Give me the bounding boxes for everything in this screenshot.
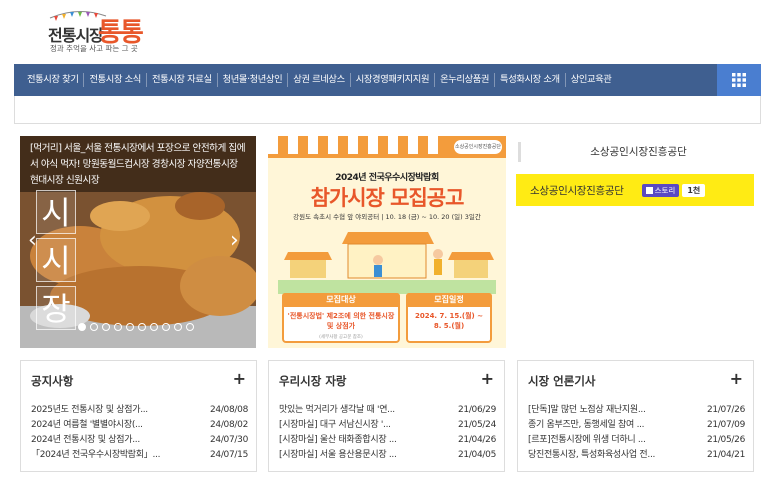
story-label: 스토리 — [654, 185, 676, 195]
slider-dot[interactable] — [162, 323, 170, 331]
slider-pagination — [78, 323, 194, 331]
recruit-target-text: '전통시장법' 제2조에 의한 전통시장 및 상점가 — [287, 312, 395, 330]
promo-text: 소상공인시장진흥공단 — [530, 184, 624, 197]
slider-dot[interactable] — [126, 323, 134, 331]
market-pride-board: 우리시장 자랑 + 맛있는 먹거리가 생각날 때 '연... 21/06/29 [… — [268, 360, 505, 472]
list-item[interactable]: 「2024년 전국우수시장박람회」... 24/07/15 — [31, 448, 248, 463]
recruit-target-title: 모집대상 — [282, 293, 400, 307]
slider-dot[interactable] — [174, 323, 182, 331]
recruit-schedule-title: 모집일정 — [406, 293, 492, 307]
list-item[interactable]: 종기 옴부즈만, 동행세일 참여 ... 21/07/09 — [528, 418, 745, 433]
vertical-char: 시 — [36, 238, 76, 282]
slider-dot[interactable] — [114, 323, 122, 331]
board-title: 공지사항 — [31, 374, 74, 388]
recruit-target-box: 모집대상 '전통시장법' 제2조에 의한 전통시장 및 상점가 (세부사항 공고… — [282, 293, 400, 343]
nav-item-onnuri-voucher[interactable]: 온누리상품권 — [435, 73, 496, 87]
board-list: [단독]말 많던 노점상 재난지원... 21/07/26 종기 옴부즈만, 동행… — [528, 403, 745, 463]
board-list: 2025년도 전통시장 및 상점가... 24/08/08 2024년 여름철 '… — [31, 403, 248, 463]
slider-dot[interactable] — [102, 323, 110, 331]
poster-title: 참가시장 모집공고 — [310, 186, 465, 210]
nav-item-renaissance[interactable]: 상권 르네상스 — [288, 73, 351, 87]
poster-date-line: 강원도 속초시 수협 앞 야외공터 | 10. 18 (금) ~ 10. 20 … — [293, 213, 481, 221]
list-item[interactable]: [르포]전통시장에 위생 더하니 ... 21/05/26 — [528, 433, 745, 448]
plus-icon[interactable]: + — [233, 369, 246, 388]
list-item[interactable]: [시장마실] 서울 용산용문시장 ... 21/04/05 — [279, 448, 496, 463]
slider-dot[interactable] — [90, 323, 98, 331]
market-stalls-illustration — [278, 232, 496, 294]
nav-item-find-market[interactable]: 전통시장 찾기 — [22, 73, 85, 87]
site-logo[interactable]: 전통시장 통통 정과 추억을 사고 파는 그 곳 — [44, 8, 164, 54]
press-board: 시장 언론기사 + [단독]말 많던 노점상 재난지원... 21/07/26 종… — [517, 360, 754, 472]
recruit-schedule-box: 모집일정 2024. 7. 15.(월) ~ 8. 5.(월) — [406, 293, 492, 343]
banner-caption: [먹거리] 서울_서울 전통시장에서 포장으로 안전하게 집에서 야식 먹자! … — [20, 136, 256, 192]
list-item[interactable]: 2024년 여름철 '별별야시장(... 24/08/02 — [31, 418, 248, 433]
nav-submenu-area — [14, 96, 761, 124]
poster-org-badge: 소상공인시장진흥공단 — [454, 140, 502, 154]
plus-icon[interactable]: + — [481, 369, 494, 388]
agency-story-banner[interactable]: 소상공인시장진흥공단 스토리 1천 — [516, 174, 754, 206]
list-item[interactable]: 맛있는 먹거리가 생각날 때 '연... 21/06/29 — [279, 403, 496, 418]
list-item[interactable]: [단독]말 많던 노점상 재난지원... 21/07/26 — [528, 403, 745, 418]
list-item[interactable]: 2025년도 전통시장 및 상점가... 24/08/08 — [31, 403, 248, 418]
all-menu-button[interactable] — [717, 64, 761, 96]
board-list: 맛있는 먹거리가 생각날 때 '연... 21/06/29 [시장마실] 대구 서… — [279, 403, 496, 463]
food-banner-slider[interactable]: [먹거리] 서울_서울 전통시장에서 포장으로 안전하게 집에서 야식 먹자! … — [20, 136, 256, 348]
agency-title: 소상공인시장진흥공단 — [518, 142, 756, 162]
nav-item-management-package[interactable]: 시장경영패키지지원 — [351, 73, 436, 87]
board-title: 시장 언론기사 — [528, 374, 596, 388]
fair-recruitment-poster[interactable]: 소상공인시장진흥공단 2024년 전국우수시장박람회 참가시장 모집공고 강원도… — [268, 136, 506, 348]
plus-icon[interactable]: + — [730, 369, 743, 388]
slider-dot[interactable] — [186, 323, 194, 331]
notice-board: 공지사항 + 2025년도 전통시장 및 상점가... 24/08/08 2024… — [20, 360, 257, 472]
chevron-left-icon[interactable]: ‹ — [28, 228, 37, 253]
list-item[interactable]: [시장마실] 대구 서남신시장 '... 21/05/24 — [279, 418, 496, 433]
story-count: 1천 — [682, 183, 706, 197]
nav-item-market-news[interactable]: 전통시장 소식 — [84, 73, 147, 87]
chevron-right-icon[interactable]: › — [230, 228, 239, 253]
nav-item-youth-mall[interactable]: 청년몰·청년상인 — [218, 73, 289, 87]
vertical-char: 장 — [36, 286, 76, 330]
recruit-target-note: (세부사항 공고문 참조) — [319, 335, 363, 340]
list-item[interactable]: 2024년 전통시장 및 상점가... 24/07/30 — [31, 433, 248, 448]
nav-item-resources[interactable]: 전통시장 자료실 — [147, 73, 218, 87]
list-item[interactable]: 당진전통시장, 특성화육성사업 전... 21/04/21 — [528, 448, 745, 463]
story-badge[interactable]: 스토리 — [641, 183, 680, 197]
board-title: 우리시장 자랑 — [279, 374, 347, 388]
recruit-schedule-text: 2024. 7. 15.(월) ~ 8. 5.(월) — [414, 312, 484, 330]
nav-item-merchant-education[interactable]: 상인교육관 — [566, 73, 617, 87]
main-nav: 전통시장 찾기 전통시장 소식 전통시장 자료실 청년몰·청년상인 상권 르네상… — [14, 64, 761, 96]
vertical-char: 시 — [36, 190, 76, 234]
slider-dot[interactable] — [150, 323, 158, 331]
story-icon — [645, 186, 653, 194]
slider-dot[interactable] — [138, 323, 146, 331]
logo-tagline: 정과 추억을 사고 파는 그 곳 — [50, 44, 138, 53]
slider-dot[interactable] — [78, 323, 86, 331]
list-item[interactable]: [시장마실] 울산 태화종합시장 ... 21/04/26 — [279, 433, 496, 448]
nav-item-specialized-market[interactable]: 특성화시장 소개 — [495, 73, 566, 87]
grid-icon — [732, 73, 746, 87]
banner-vertical-text: 시 시 장 — [36, 190, 76, 334]
